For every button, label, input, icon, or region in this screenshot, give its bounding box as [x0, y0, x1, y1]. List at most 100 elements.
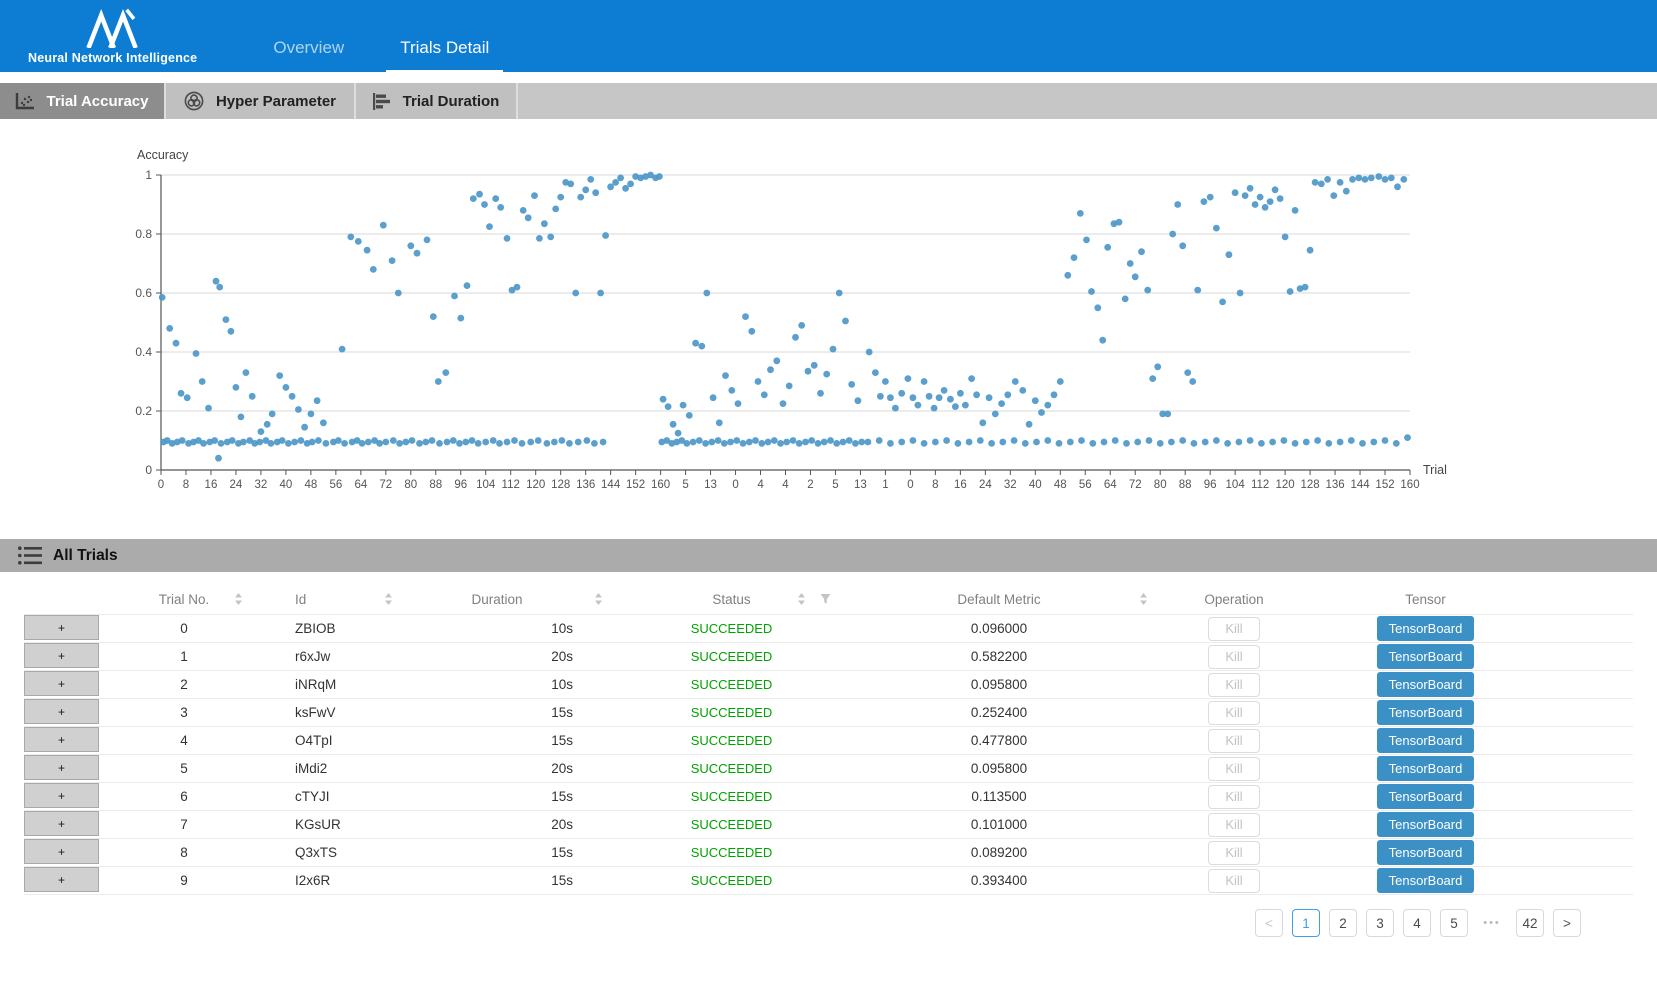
row-expander[interactable]: +: [24, 783, 99, 810]
cell-default-metric: 0.477800: [834, 727, 1164, 754]
x-tick-label: 48: [1054, 479, 1067, 491]
tensorboard-button[interactable]: TensorBoard: [1377, 644, 1475, 669]
cell-tensor: TensorBoard: [1304, 643, 1633, 670]
row-expander[interactable]: +: [24, 755, 99, 782]
column-header-id[interactable]: Id: [269, 584, 419, 614]
row-expander[interactable]: +: [24, 615, 99, 642]
subtab-trial-accuracy[interactable]: Trial Accuracy: [0, 83, 166, 119]
scatter-point: [591, 440, 598, 447]
x-tick-label: 136: [576, 479, 595, 491]
sort-icon[interactable]: [594, 592, 603, 606]
sort-icon[interactable]: [234, 592, 243, 606]
scatter-point: [464, 282, 471, 289]
scatter-point: [1213, 225, 1220, 232]
scatter-point: [910, 437, 917, 444]
pagination-page-3[interactable]: 3: [1366, 909, 1394, 937]
scatter-point: [1191, 440, 1198, 447]
pagination-prev-button[interactable]: <: [1255, 909, 1283, 937]
pagination-next-button[interactable]: >: [1553, 909, 1581, 937]
scatter-point: [1022, 440, 1029, 447]
scatter-point: [1179, 242, 1186, 249]
column-header-trial-no[interactable]: Trial No.: [99, 584, 269, 614]
cell-duration: 20s: [419, 811, 629, 838]
column-header-status[interactable]: Status: [629, 584, 834, 614]
x-tick-label: 24: [230, 479, 243, 491]
pagination-page-5[interactable]: 5: [1440, 909, 1468, 937]
row-expander[interactable]: +: [24, 727, 99, 754]
cell-id: O4TpI: [269, 727, 419, 754]
tensorboard-button[interactable]: TensorBoard: [1377, 616, 1475, 641]
filter-icon[interactable]: [820, 594, 831, 605]
scatter-point: [1189, 378, 1196, 385]
tensorboard-button[interactable]: TensorBoard: [1377, 784, 1475, 809]
sort-icon[interactable]: [797, 592, 806, 606]
kill-button[interactable]: Kill: [1208, 617, 1260, 641]
scatter-point: [184, 394, 191, 401]
kill-button[interactable]: Kill: [1208, 841, 1260, 865]
scatter-point: [1382, 176, 1389, 183]
scatter-point: [339, 346, 346, 353]
tensorboard-button[interactable]: TensorBoard: [1377, 700, 1475, 725]
cell-duration: 15s: [419, 699, 629, 726]
pagination-page-2[interactable]: 2: [1329, 909, 1357, 937]
tensorboard-button[interactable]: TensorBoard: [1377, 840, 1475, 865]
column-header-duration[interactable]: Duration: [419, 584, 629, 614]
subtab-trial-duration[interactable]: Trial Duration: [356, 83, 518, 119]
kill-button[interactable]: Kill: [1208, 645, 1260, 669]
scatter-point: [504, 439, 511, 446]
tab-overview[interactable]: Overview: [259, 38, 358, 72]
scatter-point: [876, 437, 883, 444]
tab-trials-detail[interactable]: Trials Detail: [386, 38, 503, 72]
column-label: Tensor: [1405, 592, 1446, 607]
cell-status: SUCCEEDED: [629, 867, 834, 894]
kill-button[interactable]: Kill: [1208, 813, 1260, 837]
scatter-point: [1224, 440, 1231, 447]
kill-button[interactable]: Kill: [1208, 785, 1260, 809]
scatter-point: [1307, 247, 1314, 254]
scatter-point: [1194, 287, 1201, 294]
scatter-point: [451, 293, 458, 300]
scatter-point: [692, 340, 699, 347]
tensorboard-button[interactable]: TensorBoard: [1377, 812, 1475, 837]
scatter-point: [429, 437, 436, 444]
scatter-point: [213, 278, 220, 285]
sort-icon[interactable]: [384, 592, 393, 606]
subtab-hyper-parameter[interactable]: Hyper Parameter: [166, 83, 356, 119]
cell-trial-no: 8: [99, 839, 269, 866]
scatter-point: [992, 411, 999, 418]
cell-id: I2x6R: [269, 867, 419, 894]
row-expander[interactable]: +: [24, 811, 99, 838]
kill-button[interactable]: Kill: [1208, 757, 1260, 781]
cell-tensor: TensorBoard: [1304, 755, 1633, 782]
scatter-point: [1019, 387, 1026, 394]
column-header-default-metric[interactable]: Default Metric: [834, 584, 1164, 614]
pagination-page-4[interactable]: 4: [1403, 909, 1431, 937]
cell-default-metric: 0.096000: [834, 615, 1164, 642]
kill-button[interactable]: Kill: [1208, 869, 1260, 893]
row-expander[interactable]: +: [24, 643, 99, 670]
kill-button[interactable]: Kill: [1208, 673, 1260, 697]
row-expander[interactable]: +: [24, 671, 99, 698]
sort-icon[interactable]: [1139, 592, 1148, 606]
scatter-point: [821, 439, 828, 446]
scatter-point: [430, 313, 437, 320]
y-tick-label: 0.2: [135, 404, 152, 418]
cell-status: SUCCEEDED: [629, 783, 834, 810]
x-tick-label: 88: [1179, 479, 1192, 491]
tensorboard-button[interactable]: TensorBoard: [1377, 672, 1475, 697]
cell-trial-no: 1: [99, 643, 269, 670]
scatter-point: [541, 220, 548, 227]
kill-button[interactable]: Kill: [1208, 701, 1260, 725]
row-expander[interactable]: +: [24, 699, 99, 726]
tensorboard-button[interactable]: TensorBoard: [1377, 728, 1475, 753]
kill-button[interactable]: Kill: [1208, 729, 1260, 753]
tensorboard-button[interactable]: TensorBoard: [1377, 756, 1475, 781]
tensorboard-button[interactable]: TensorBoard: [1377, 868, 1475, 893]
scatter-point: [335, 437, 342, 444]
scatter-point: [1044, 437, 1051, 444]
row-expander[interactable]: +: [24, 839, 99, 866]
row-expander[interactable]: +: [24, 867, 99, 894]
scatter-point: [1348, 437, 1355, 444]
pagination-page-42[interactable]: 42: [1516, 909, 1544, 937]
pagination-page-1[interactable]: 1: [1292, 909, 1320, 937]
